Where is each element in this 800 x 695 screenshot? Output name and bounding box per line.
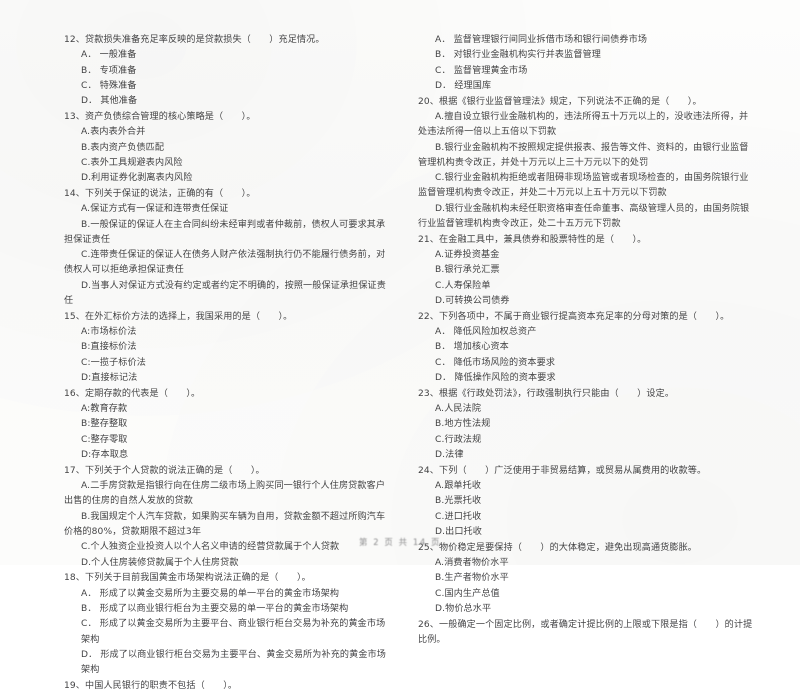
question-stem: 12、贷款损失准备充足率反映的是贷款损失（ ）充足情况。 [64, 35, 325, 45]
option-a: A.证券投资基金 [435, 250, 500, 261]
question-stem: 17、下列关于个人贷款的说法正确的是（ ）。 [64, 465, 265, 476]
question-24: 24、下列（ ）广泛使用于非贸易结算，或贸易从属费用的收款等。 A.跟单托收 B… [418, 464, 754, 540]
option-a: A． 监督管理银行间同业拆借市场和银行间债券市场 [435, 35, 648, 45]
question-25: 25、物价稳定是要保持（ ）的大体稳定，避免出现高通货膨胀。 A.消费者物价水平… [418, 541, 754, 617]
question-stem: 13、资产负债综合管理的核心策略是（ ）。 [64, 111, 256, 122]
option-d: D:直接标记法 [81, 373, 138, 384]
option-d: D.法律 [435, 450, 464, 461]
question-stem: 15、在外汇标价方法的选择上，我国采用的是（ ）。 [64, 311, 293, 322]
option-b: B.光票托收 [435, 496, 482, 507]
option-a: A.消费者物价水平 [435, 558, 509, 569]
option-b: B.生产者物价水平 [435, 573, 509, 584]
option-d: D:存本取息 [81, 450, 129, 461]
two-column-body: 12、贷款损失准备充足率反映的是贷款损失（ ）充足情况。 A． 一般准备 B． … [0, 33, 800, 695]
question-stem: 19、中国人民银行的职责不包括（ ）。 [64, 680, 238, 691]
question-stem: 26、一般确定一个固定比例，或者确定计提比例的上限或下限是指（ ）的计提比例。 [418, 619, 753, 646]
option-a: A.保证方式有一保证和连带责任保证 [81, 204, 229, 215]
option-c: C． 降低市场风险的资本要求 [435, 357, 556, 368]
question-18: 18、下列关于目前我国黄金市场架构说法正确的是（ ）。 A． 形成了以黄金交易所… [64, 571, 394, 678]
option-c: C.国内生产总值 [435, 588, 500, 599]
option-a: A． 形成了以黄金交易所为主要交易的单一平台的黄金市场架构 [81, 588, 340, 599]
option-a: A:教育存款 [81, 404, 128, 415]
option-d: D.银行业金融机构未经任职资格审查任命董事、高级管理人员的，由国务院银行业监督管… [418, 203, 750, 230]
option-b: B． 形成了以商业银行柜台为主要交易的单一平台的黄金市场架构 [81, 603, 349, 614]
option-b: B.银行承兑汇票 [435, 265, 500, 276]
option-b: B:整存整取 [81, 419, 128, 430]
option-d: D.利用证券化剥离表内风险 [81, 173, 193, 184]
option-d: D． 经理国库 [435, 80, 492, 91]
option-a: A:市场标价法 [81, 327, 137, 338]
question-13: 13、资产负债综合管理的核心策略是（ ）。 A.表内表外合并 B.表内资产负债匹… [64, 110, 394, 186]
option-b: B.一般保证的保证人在主合同纠纷未经审判或者仲裁前，债权人可要求其承担保证责任 [64, 219, 386, 245]
option-c: C.行政法规 [435, 434, 482, 445]
question-stem: 20、根据《银行业监督管理法》规定，下列说法不正确的是（ ）。 [418, 96, 702, 107]
option-b: B． 对银行业金融机构实行并表监督管理 [435, 50, 602, 61]
option-b: B:直接标价法 [81, 342, 137, 353]
question-16: 16、定期存款的代表是（ ）。 A:教育存款 B:整存整取 C:整存零取 D:存… [64, 387, 394, 463]
option-c: C.连带责任保证的保证人在债务人财产依法强制执行仍不能履行债务前，对债权人可以拒… [64, 250, 386, 276]
option-b: B.地方性法规 [435, 419, 491, 430]
question-26: 26、一般确定一个固定比例，或者确定计提比例的上限或下限是指（ ）的计提比例。 [418, 618, 754, 649]
question-stem: 14、下列关于保证的说法，正确的有（ ）。 [64, 188, 256, 199]
option-a: A． 一般准备 [81, 50, 137, 61]
right-column: A． 监督管理银行间同业拆借市场和银行间债券市场 B． 对银行业金融机构实行并表… [400, 33, 800, 695]
question-15: 15、在外汇标价方法的选择上，我国采用的是（ ）。 A:市场标价法 B:直接标价… [64, 310, 394, 386]
left-column: 12、贷款损失准备充足率反映的是贷款损失（ ）充足情况。 A． 一般准备 B． … [0, 33, 400, 695]
option-c: C.人寿保险单 [435, 280, 491, 291]
question-21: 21、在金融工具中，兼具债券和股票特性的是（ ）。 A.证券投资基金 B.银行承… [418, 233, 754, 309]
question-19-options-continued: A． 监督管理银行间同业拆借市场和银行间债券市场 B． 对银行业金融机构实行并表… [418, 33, 754, 94]
option-b: B． 增加核心资本 [435, 342, 509, 353]
option-d: D.当事人对保证方式没有约定或者约定不明确的，按照一般保证承担保证责任 [64, 280, 386, 307]
option-a: A.人民法院 [435, 404, 482, 415]
page-footer: 第 2 页 共 14 页 [359, 537, 441, 547]
option-c: C:整存零取 [81, 434, 128, 445]
option-a: A． 降低风险加权总资产 [435, 327, 537, 338]
option-d: D.物价总水平 [435, 603, 492, 614]
option-c: C． 形成了以黄金交易所为主要平台、商业银行柜台交易为补充的黄金市场架构 [81, 619, 386, 645]
question-12: 12、贷款损失准备充足率反映的是贷款损失（ ）充足情况。 A． 一般准备 B． … [64, 33, 394, 109]
question-stem: 22、下列各项中，不属于商业银行提高资本充足率的分母对策的是（ ）。 [418, 311, 730, 322]
option-d: D.个人住房装修贷款属于个人住房贷款 [81, 557, 239, 568]
question-17: 17、下列关于个人贷款的说法正确的是（ ）。 A.二手房贷款是指银行向在住房二级… [64, 464, 394, 571]
option-d: D． 形成了以商业银行柜台交易为主要平台、黄金交易所为补充的黄金市场架构 [81, 649, 386, 676]
option-c: C． 监督管理黄金市场 [435, 65, 528, 76]
question-19: 19、中国人民银行的职责不包括（ ）。 [64, 679, 394, 694]
option-d: D.可转换公司债券 [435, 296, 510, 307]
question-stem: 23、根据《行政处罚法》，行政强制执行只能由（ ）设定。 [418, 388, 675, 399]
question-23: 23、根据《行政处罚法》，行政强制执行只能由（ ）设定。 A.人民法院 B.地方… [418, 387, 754, 463]
option-b: B． 专项准备 [81, 65, 137, 76]
option-c: C.进口托收 [435, 511, 482, 522]
option-c: C.表外工具规避表内风险 [81, 157, 183, 168]
option-d: D． 其他准备 [81, 96, 138, 107]
question-stem: 16、定期存款的代表是（ ）。 [64, 388, 201, 399]
option-a: A.表内表外合并 [81, 127, 146, 138]
scanned-page: 12、贷款损失准备充足率反映的是贷款损失（ ）充足情况。 A． 一般准备 B． … [0, 0, 800, 691]
question-stem: 18、下列关于目前我国黄金市场架构说法正确的是（ ）。 [64, 573, 311, 584]
question-stem: 21、在金融工具中，兼具债券和股票特性的是（ ）。 [418, 234, 647, 245]
option-a: A.擅自设立银行业金融机构的，违法所得五十万元以上的，没收违法所得，并处违法所得… [418, 111, 749, 138]
question-14: 14、下列关于保证的说法，正确的有（ ）。 A.保证方式有一保证和连带责任保证 … [64, 187, 394, 309]
option-a: A.跟单托收 [435, 481, 482, 492]
option-c: C.银行业金融机构拒绝或者阻碍非现场监管或者现场检查的，由国务院银行业监督管理机… [418, 173, 749, 199]
question-22: 22、下列各项中，不属于商业银行提高资本充足率的分母对策的是（ ）。 A． 降低… [418, 310, 754, 386]
option-a: A.二手房贷款是指银行向在住房二级市场上购买同一银行个人住房贷款客户出售的住房的… [64, 481, 386, 507]
option-b: B.银行业金融机构不按照规定提供报表、报告等文件、资料的，由银行业监督管理机构责… [418, 142, 749, 168]
option-d: D． 降低操作风险的资本要求 [435, 373, 556, 384]
option-b: B.表内资产负债匹配 [81, 142, 165, 153]
question-20: 20、根据《银行业监督管理法》规定，下列说法不正确的是（ ）。 A.擅自设立银行… [418, 95, 754, 233]
option-c: C:一揽子标价法 [81, 357, 146, 368]
option-c: C． 特殊准备 [81, 80, 137, 91]
question-stem: 24、下列（ ）广泛使用于非贸易结算，或贸易从属费用的收款等。 [418, 465, 707, 476]
